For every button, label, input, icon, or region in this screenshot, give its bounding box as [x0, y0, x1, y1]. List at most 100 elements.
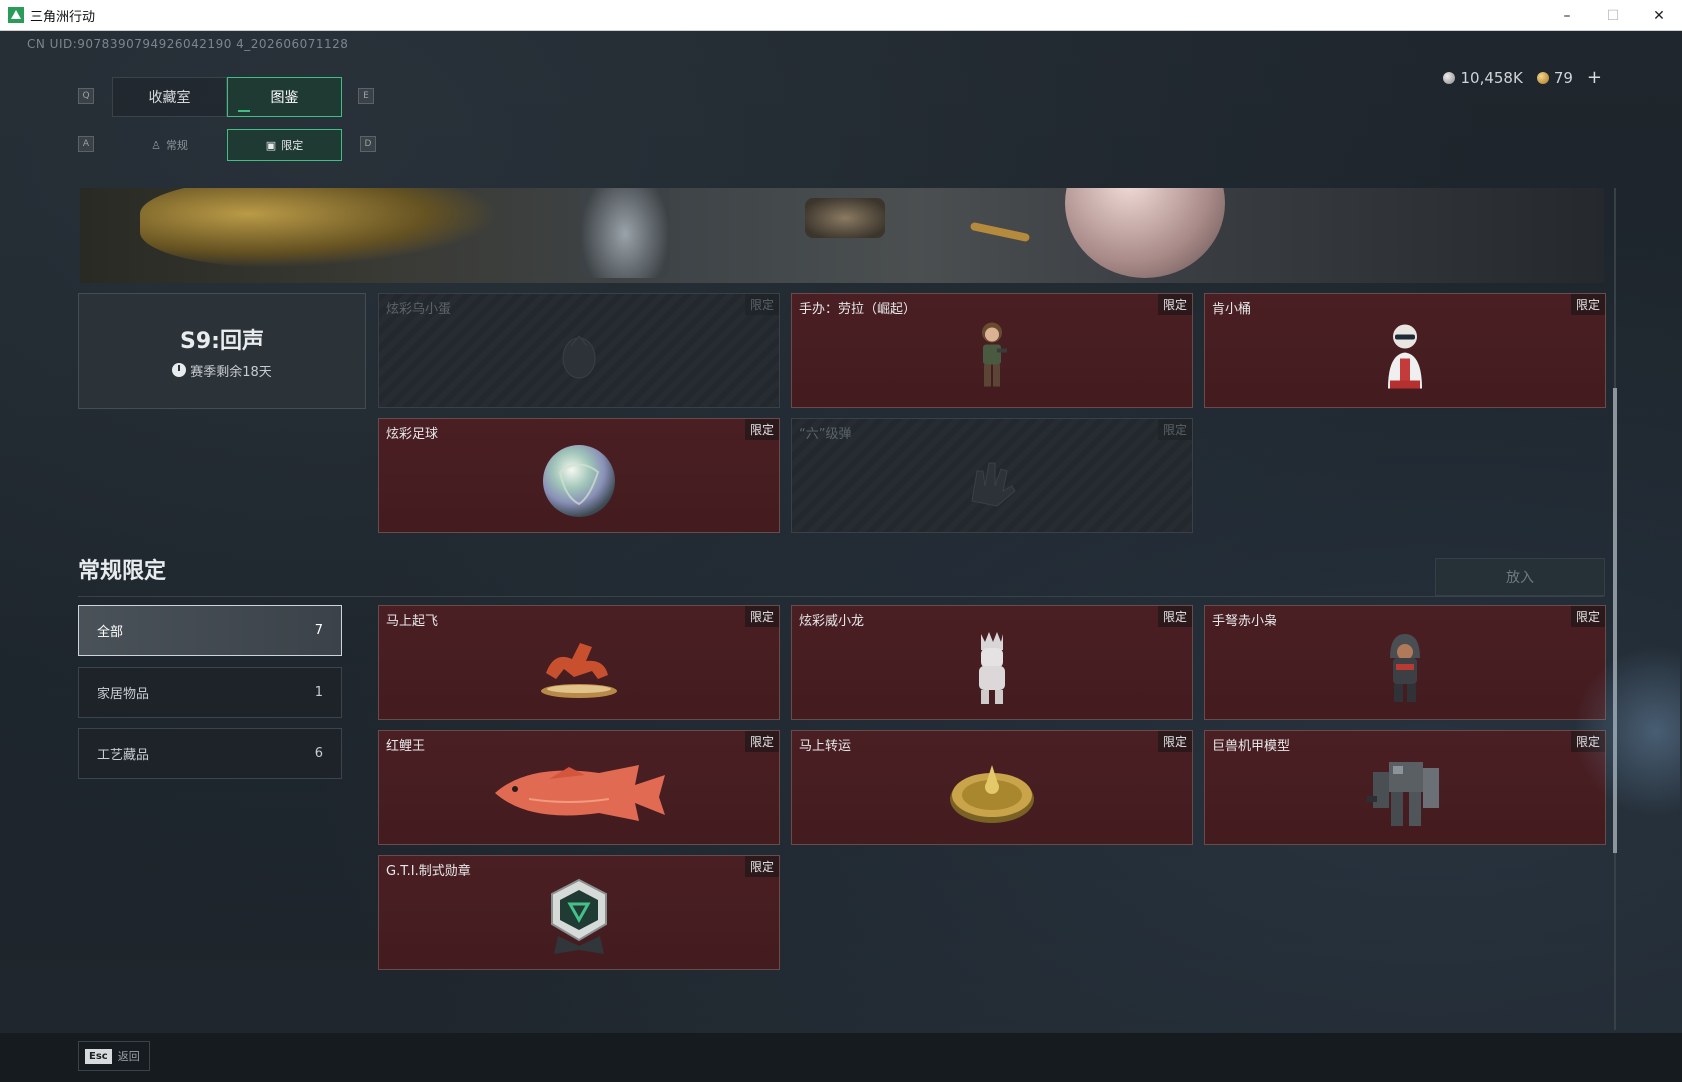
item-card[interactable]: 手弩赤小枭 限定	[1204, 605, 1606, 720]
item-name: 炫彩乌小蛋	[386, 302, 452, 317]
limited-badge: 限定	[744, 294, 779, 315]
item-card[interactable]: 巨兽机甲模型 限定	[1204, 730, 1606, 845]
key-hint-e: E	[358, 88, 374, 104]
section-divider	[78, 596, 1604, 597]
item-name: 手弩赤小枭	[1212, 614, 1278, 629]
filter-label: 工艺藏品	[97, 748, 150, 763]
app-logo-icon	[8, 7, 24, 23]
season-banner	[80, 188, 1604, 283]
item-name: “六”级弹	[799, 427, 852, 442]
limited-badge: 限定	[744, 419, 779, 440]
back-label: 返回	[117, 1050, 140, 1063]
gold-coin-icon	[1536, 71, 1549, 84]
subtab-limited-label: 限定	[281, 139, 304, 152]
main-tabs: 收藏室 图鉴	[112, 77, 342, 117]
item-name: G.T.I.制式勋章	[386, 864, 471, 879]
item-card[interactable]: 红鲤王 限定	[378, 730, 780, 845]
item-card[interactable]: “六”级弹 限定	[791, 418, 1193, 533]
medal-icon	[551, 879, 607, 955]
figurine-icon	[982, 322, 1007, 387]
window-controls: – ☐ ✕	[1544, 0, 1682, 31]
gold-currency: 79	[1536, 69, 1573, 87]
key-hint-q: Q	[78, 88, 94, 104]
item-name: 马上转运	[799, 739, 852, 754]
window-title: 三角洲行动	[30, 9, 96, 25]
limited-badge: 限定	[1157, 419, 1192, 440]
fish-icon	[495, 765, 665, 822]
limited-badge: 限定	[1157, 731, 1192, 752]
item-name: 手办：劳拉（崛起）	[799, 302, 917, 317]
limited-badge: 限定	[1570, 606, 1605, 627]
item-card[interactable]: 炫彩威小龙 限定	[791, 605, 1193, 720]
filter-count: 1	[314, 685, 323, 700]
tab-catalog[interactable]: 图鉴	[227, 77, 342, 117]
key-hint-d: D	[360, 136, 376, 152]
back-button[interactable]: Esc 返回	[78, 1041, 150, 1071]
item-card[interactable]: 肯小桶 限定	[1204, 293, 1606, 408]
footer-bar: Esc 返回	[0, 1033, 1682, 1082]
item-name: 巨兽机甲模型	[1212, 739, 1291, 754]
tab-collection-room[interactable]: 收藏室	[112, 77, 227, 117]
mech-icon	[1367, 762, 1439, 827]
key-hint-a: A	[78, 136, 94, 152]
subtab-limited[interactable]: ▣ 限定	[227, 129, 342, 161]
item-card[interactable]: 马上转运 限定	[791, 730, 1193, 845]
item-name: 炫彩足球	[386, 427, 439, 442]
item-card[interactable]: 马上起飞 限定	[378, 605, 780, 720]
item-card[interactable]: G.T.I.制式勋章 限定	[378, 855, 780, 970]
window-titlebar: 三角洲行动 – ☐ ✕	[0, 0, 1682, 31]
filter-count: 6	[314, 746, 323, 761]
item-name: 炫彩威小龙	[799, 614, 865, 629]
section-title: 常规限定	[78, 559, 167, 584]
maximize-button[interactable]: ☐	[1590, 0, 1636, 31]
subtab-regular-label: 常规	[165, 139, 188, 152]
silver-amount: 10,458K	[1460, 68, 1523, 87]
esc-key-icon: Esc	[85, 1048, 112, 1064]
filter-label: 全部	[97, 625, 124, 640]
currency-bar: 10,458K 79 +	[1443, 67, 1602, 88]
bust-icon	[1388, 324, 1422, 389]
dragon-figure-icon	[979, 632, 1005, 705]
boots-art	[805, 198, 885, 238]
limited-badge: 限定	[1157, 606, 1192, 627]
collection-screen: CN UID:9078390794926042190 4_20260607112…	[0, 31, 1682, 1082]
filter-label: 家居物品	[97, 687, 150, 702]
ball-icon	[543, 445, 615, 518]
filter-count: 7	[314, 623, 323, 638]
filter-home-items[interactable]: 家居物品 1	[78, 667, 342, 718]
item-card[interactable]: 炫彩足球 限定	[378, 418, 780, 533]
image-icon: ▣	[265, 138, 277, 152]
season-card: S9:回声 赛季剩余18天	[78, 293, 366, 409]
uid-text: CN UID:9078390794926042190 4_20260607112…	[27, 37, 349, 51]
filter-crafts[interactable]: 工艺藏品 6	[78, 728, 342, 779]
egg-icon	[562, 335, 596, 379]
bullet-art	[969, 221, 1031, 243]
filter-all[interactable]: 全部 7	[78, 605, 342, 656]
subtab-regular[interactable]: ♙ 常规	[112, 129, 227, 161]
horse-icon	[541, 643, 617, 699]
hand-icon	[971, 462, 1016, 507]
sub-tabs: ♙ 常规 ▣ 限定	[112, 129, 342, 161]
gold-dragon-art	[140, 188, 500, 268]
put-in-button[interactable]: 放入	[1435, 558, 1605, 596]
item-card[interactable]: 炫彩乌小蛋 限定	[378, 293, 780, 408]
silver-currency: 10,458K	[1443, 68, 1523, 87]
background-glow	[1560, 631, 1680, 831]
limited-badge: 限定	[744, 731, 779, 752]
limited-badge: 限定	[744, 856, 779, 877]
season-remaining: 赛季剩余18天	[172, 361, 272, 380]
item-card[interactable]: 手办：劳拉（崛起） 限定	[791, 293, 1193, 408]
season-title: S9:回声	[180, 328, 264, 354]
item-name: 肯小桶	[1212, 302, 1252, 317]
minimize-button[interactable]: –	[1544, 0, 1590, 31]
item-name: 红鲤王	[386, 739, 426, 754]
wheel-icon	[950, 765, 1034, 824]
figure-icon: ♙	[151, 138, 161, 152]
limited-badge: 限定	[744, 606, 779, 627]
sphere-art	[1065, 188, 1225, 278]
add-currency-button[interactable]: +	[1587, 67, 1602, 88]
limited-badge: 限定	[1570, 294, 1605, 315]
close-button[interactable]: ✕	[1636, 0, 1682, 31]
silver-coin-icon	[1443, 71, 1456, 84]
item-name: 马上起飞	[386, 614, 439, 629]
